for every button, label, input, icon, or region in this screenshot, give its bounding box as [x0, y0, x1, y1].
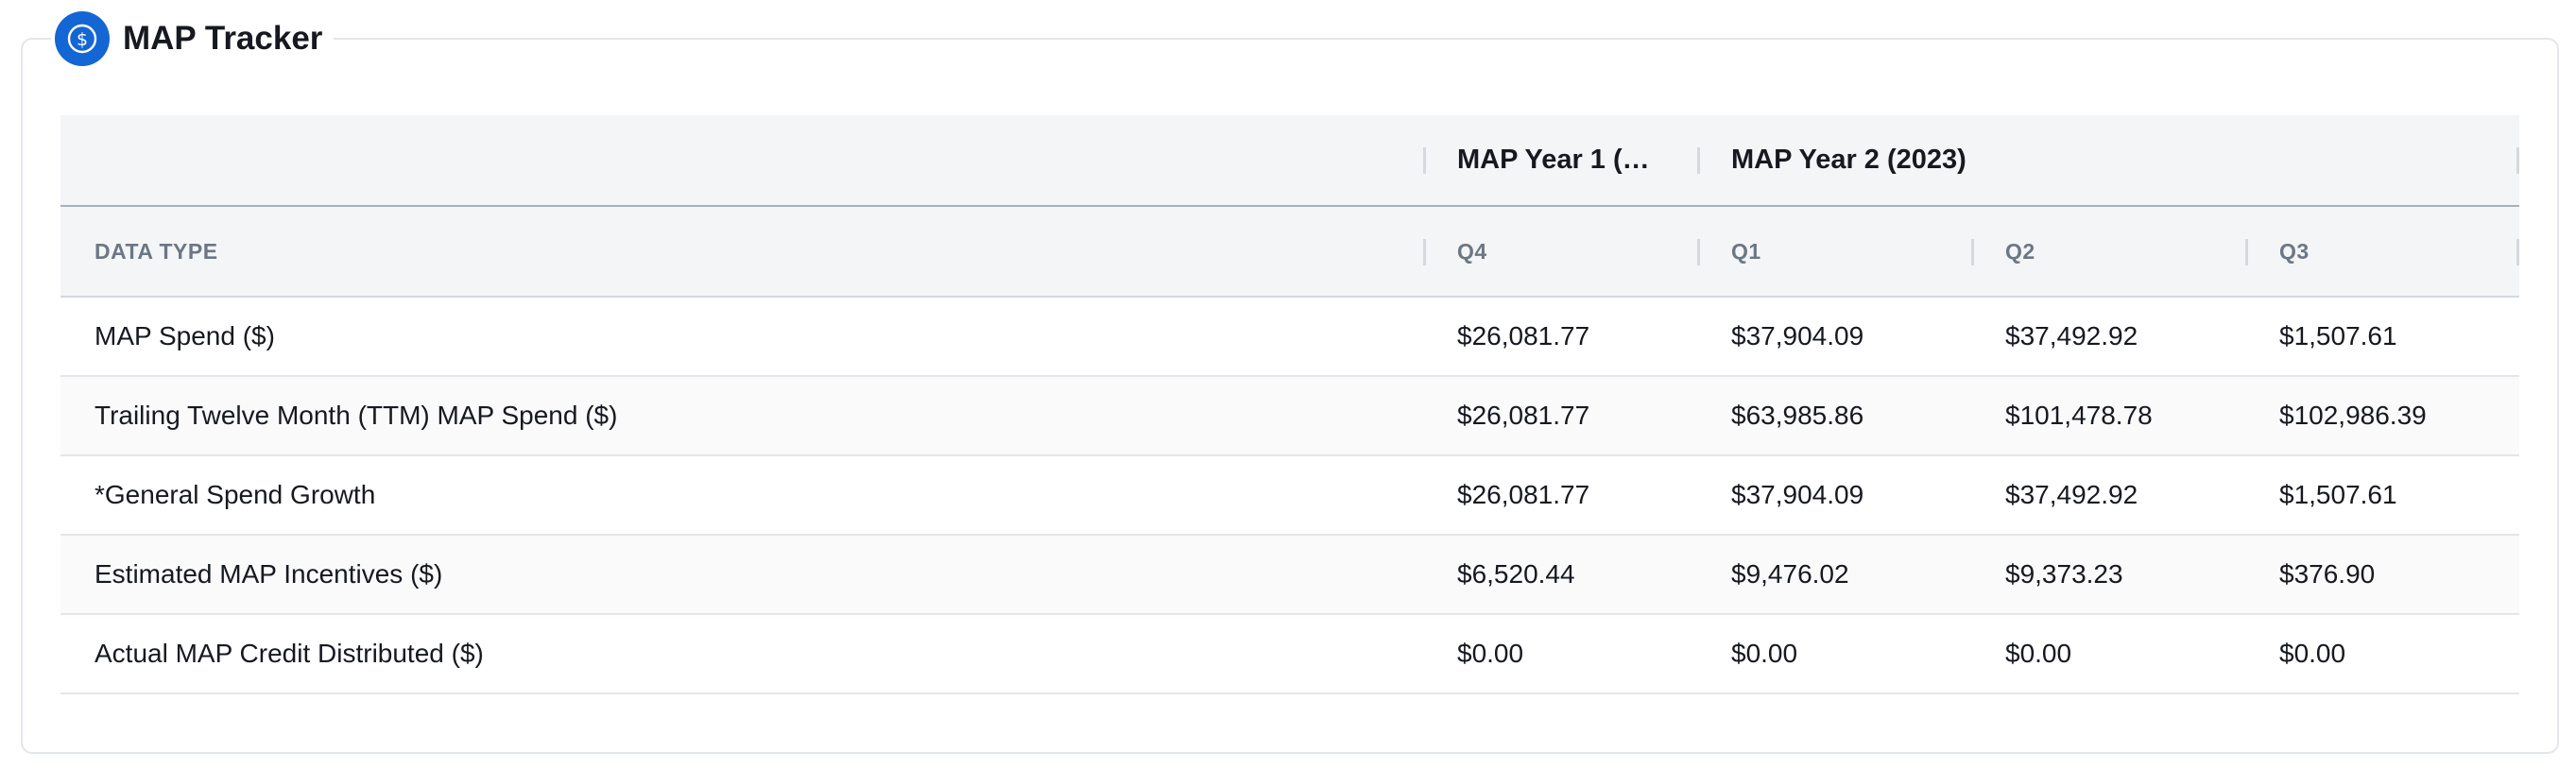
- svg-text:$: $: [77, 29, 88, 50]
- column-header-data-type[interactable]: DATA TYPE: [60, 206, 1423, 298]
- cell-q1: $37,904.09: [1697, 455, 1971, 536]
- row-label: MAP Spend ($): [60, 297, 1423, 377]
- cell-q4: $0.00: [1423, 614, 1697, 694]
- cell-q1: $0.00: [1697, 614, 1971, 694]
- column-header-q3[interactable]: Q3: [2245, 206, 2519, 298]
- column-header-q1[interactable]: Q1: [1697, 206, 1971, 298]
- row-label: Actual MAP Credit Distributed ($): [60, 614, 1423, 694]
- group-header-row: MAP Year 1 (… MAP Year 2 (2023): [60, 115, 2519, 207]
- table-row-estimated-incentives: Estimated MAP Incentives ($) $6,520.44 $…: [60, 535, 2519, 615]
- dollar-circle-icon: $: [55, 11, 110, 66]
- group-header-year2[interactable]: MAP Year 2 (2023): [1697, 115, 2519, 207]
- table-row-ttm-spend: Trailing Twelve Month (TTM) MAP Spend ($…: [60, 376, 2519, 456]
- cell-q3: $1,507.61: [2245, 297, 2519, 377]
- cell-q2: $37,492.92: [1971, 455, 2245, 536]
- cell-q3: $1,507.61: [2245, 455, 2519, 536]
- cell-q2: $9,373.23: [1971, 535, 2245, 615]
- row-label: Trailing Twelve Month (TTM) MAP Spend ($…: [60, 376, 1423, 456]
- cell-q4: $26,081.77: [1423, 376, 1697, 456]
- cell-q1: $9,476.02: [1697, 535, 1971, 615]
- table-row-actual-credit: Actual MAP Credit Distributed ($) $0.00 …: [60, 614, 2519, 694]
- row-label: *General Spend Growth: [60, 455, 1423, 536]
- map-tracker-table: MAP Year 1 (… MAP Year 2 (2023) DATA TYP…: [60, 115, 2519, 694]
- table-row-general-spend-growth: *General Spend Growth $26,081.77 $37,904…: [60, 455, 2519, 536]
- cell-q4: $26,081.77: [1423, 297, 1697, 377]
- cell-q2: $37,492.92: [1971, 297, 2245, 377]
- group-header-year1[interactable]: MAP Year 1 (…: [1423, 115, 1697, 207]
- cell-q4: $6,520.44: [1423, 535, 1697, 615]
- cell-q3: $102,986.39: [2245, 376, 2519, 456]
- table-row-map-spend: MAP Spend ($) $26,081.77 $37,904.09 $37,…: [60, 297, 2519, 377]
- cell-q4: $26,081.77: [1423, 455, 1697, 536]
- panel-title: MAP Tracker: [123, 20, 323, 57]
- cell-q3: $0.00: [2245, 614, 2519, 694]
- cell-q2: $101,478.78: [1971, 376, 2245, 456]
- row-label: Estimated MAP Incentives ($): [60, 535, 1423, 615]
- cell-q1: $63,985.86: [1697, 376, 1971, 456]
- cell-q3: $376.90: [2245, 535, 2519, 615]
- group-header-empty: [60, 115, 1423, 207]
- cell-q1: $37,904.09: [1697, 297, 1971, 377]
- cell-q2: $0.00: [1971, 614, 2245, 694]
- column-header-q4[interactable]: Q4: [1423, 206, 1697, 298]
- panel-header: $ MAP Tracker: [51, 8, 335, 70]
- column-header-row: DATA TYPE Q4 Q1 Q2 Q3: [60, 206, 2519, 298]
- column-header-q2[interactable]: Q2: [1971, 206, 2245, 298]
